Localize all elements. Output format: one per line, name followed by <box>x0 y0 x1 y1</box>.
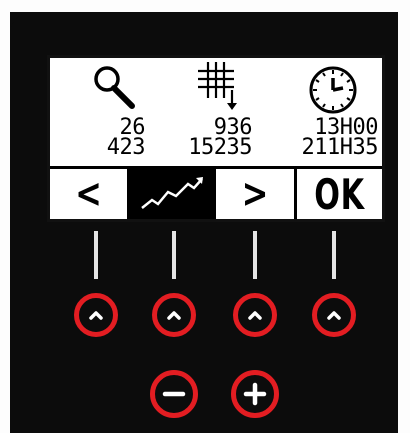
softkey-3-button[interactable] <box>233 293 277 337</box>
background-right <box>398 0 410 433</box>
background-left <box>0 0 10 433</box>
softkey-next[interactable]: > <box>216 166 297 219</box>
minus-button[interactable] <box>150 370 198 418</box>
softkey-2-button[interactable] <box>152 293 196 337</box>
trend-graph-icon <box>141 177 203 209</box>
connector-line-2 <box>172 231 176 279</box>
plus-icon <box>243 382 267 406</box>
softkey-4-button[interactable] <box>312 293 356 337</box>
softkey-1-button[interactable] <box>74 293 118 337</box>
chevron-up-icon <box>327 311 341 320</box>
softkey-ok[interactable]: OK <box>297 166 382 219</box>
plus-button[interactable] <box>231 370 279 418</box>
clock-icon <box>309 66 357 114</box>
column-3-value-2: 211H35 <box>301 135 379 160</box>
connector-line-1 <box>94 231 98 279</box>
chevron-up-icon <box>248 311 262 320</box>
background-top <box>0 0 410 12</box>
column-2-value-2: 15235 <box>188 135 252 160</box>
chevron-up-icon <box>167 311 181 320</box>
softkey-next-label: > <box>241 171 269 217</box>
grid-down-arrow-icon <box>198 62 237 110</box>
softkey-previous[interactable]: < <box>50 166 130 219</box>
connector-line-3 <box>253 231 257 279</box>
minus-icon <box>162 391 186 397</box>
connector-line-4 <box>332 231 336 279</box>
softkey-previous-label: < <box>75 171 102 217</box>
column-1-value-2: 423 <box>106 135 146 160</box>
chevron-up-icon <box>89 311 103 320</box>
softkey-bar: < > OK <box>50 166 382 219</box>
lcd-screen: 26 423 936 15235 13H00 211H35 < > OK <box>47 55 385 222</box>
softkey-ok-label: OK <box>314 169 365 219</box>
magnifier-icon <box>94 66 135 109</box>
softkey-graph[interactable] <box>130 166 216 219</box>
